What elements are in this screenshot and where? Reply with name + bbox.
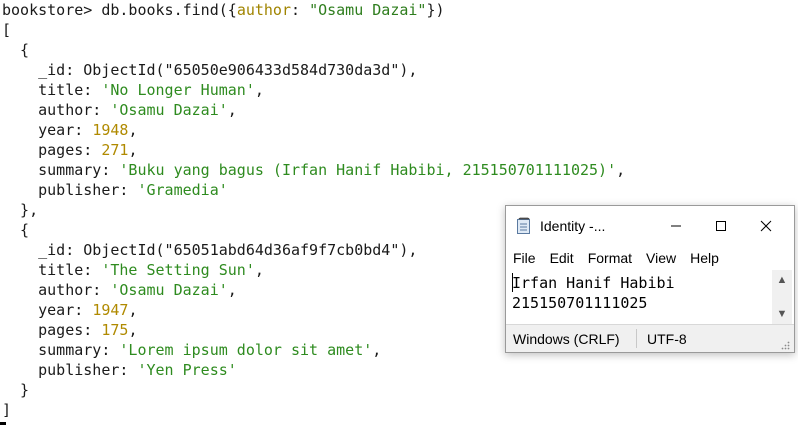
status-divider	[636, 329, 637, 348]
document-open: {	[2, 41, 30, 59]
notepad-window[interactable]: Identity -... File Edit Format View Help…	[505, 205, 795, 353]
command-suffix: })	[426, 1, 445, 19]
document-year: year: 1948,	[2, 121, 138, 139]
command-line: bookstore> db.books.find({author: "Osamu…	[0, 0, 798, 20]
field-key: pages:	[2, 321, 102, 339]
field-key: year:	[2, 121, 93, 139]
text-caret	[512, 273, 513, 292]
menu-help[interactable]: Help	[683, 250, 726, 266]
menu-file[interactable]: File	[506, 250, 543, 266]
field-value: 'Lorem ipsum dolor sit amet'	[119, 341, 373, 359]
document-pages: pages: 271,	[2, 141, 138, 159]
command-filter-value: "Osamu Dazai"	[309, 1, 427, 19]
field-key: title:	[2, 81, 102, 99]
field-key: summary:	[2, 161, 120, 179]
field-value: 'Osamu Dazai'	[110, 281, 228, 299]
encoding-status: UTF-8	[647, 331, 687, 347]
menu-view[interactable]: View	[639, 250, 683, 266]
result-close-bracket: ]	[2, 401, 12, 419]
field-value: 271	[101, 141, 129, 159]
window-title: Identity -...	[540, 218, 606, 234]
menu-bar: File Edit Format View Help	[506, 246, 794, 270]
field-key: pages:	[2, 141, 102, 159]
field-key: year:	[2, 301, 93, 319]
document-id: _id: ObjectId("65050e906433d584d730da3d"…	[2, 61, 418, 79]
field-value: 'Osamu Dazai'	[110, 101, 228, 119]
notepad-icon	[516, 216, 532, 235]
field-key: summary:	[2, 341, 120, 359]
title-bar[interactable]: Identity -...	[506, 206, 794, 246]
scroll-down-icon[interactable]: ▼	[772, 308, 792, 320]
menu-format[interactable]: Format	[581, 250, 639, 266]
field-value: 'The Setting Sun'	[101, 261, 255, 279]
field-key: publisher:	[2, 361, 138, 379]
close-icon	[760, 220, 772, 232]
field-key: author:	[2, 101, 111, 119]
document-close: }	[2, 381, 30, 399]
status-bar: Windows (CRLF) UTF-8	[506, 324, 794, 352]
field-value: 1947	[92, 301, 129, 319]
maximize-button[interactable]	[699, 210, 743, 242]
menu-edit[interactable]: Edit	[543, 250, 581, 266]
field-key: publisher:	[2, 181, 138, 199]
document-title: title: 'No Longer Human',	[2, 81, 264, 99]
command-filter-key: author	[236, 1, 291, 19]
document-publisher: publisher: 'Yen Press'	[0, 360, 798, 380]
shell-prompt: bookstore>	[2, 1, 102, 19]
minimize-button[interactable]	[654, 210, 698, 242]
document-publisher: publisher: 'Gramedia'	[0, 180, 798, 200]
field-value: 'Buku yang bagus (Irfan Hanif Habibi, 21…	[119, 161, 617, 179]
scroll-up-icon[interactable]: ▲	[772, 274, 792, 286]
editor-line: 215150701111025	[512, 294, 648, 312]
resize-grip-icon[interactable]	[780, 338, 790, 350]
field-key: author:	[2, 281, 111, 299]
minimize-icon	[671, 225, 681, 227]
field-value: 1948	[92, 121, 129, 139]
vertical-scrollbar[interactable]: ▲ ▼	[772, 270, 792, 324]
command-colon: :	[291, 1, 310, 19]
maximize-icon	[716, 221, 726, 231]
editor-line: Irfan Hanif Habibi	[512, 274, 675, 292]
line-ending-status: Windows (CRLF)	[513, 331, 620, 347]
field-value: 'Yen Press'	[137, 361, 237, 379]
close-button[interactable]	[744, 210, 788, 242]
field-value: 175	[101, 321, 129, 339]
result-open-bracket: [	[2, 21, 12, 39]
document-author: author: 'Osamu Dazai',	[2, 101, 237, 119]
document-summary: summary: 'Buku yang bagus (Irfan Hanif H…	[2, 161, 626, 179]
field-value: 'No Longer Human'	[101, 81, 255, 99]
command-prefix: db.books.find({	[101, 1, 237, 19]
text-editor[interactable]: Irfan Hanif Habibi 215150701111025	[506, 270, 772, 324]
field-key: title:	[2, 261, 102, 279]
field-value: 'Gramedia'	[137, 181, 228, 199]
